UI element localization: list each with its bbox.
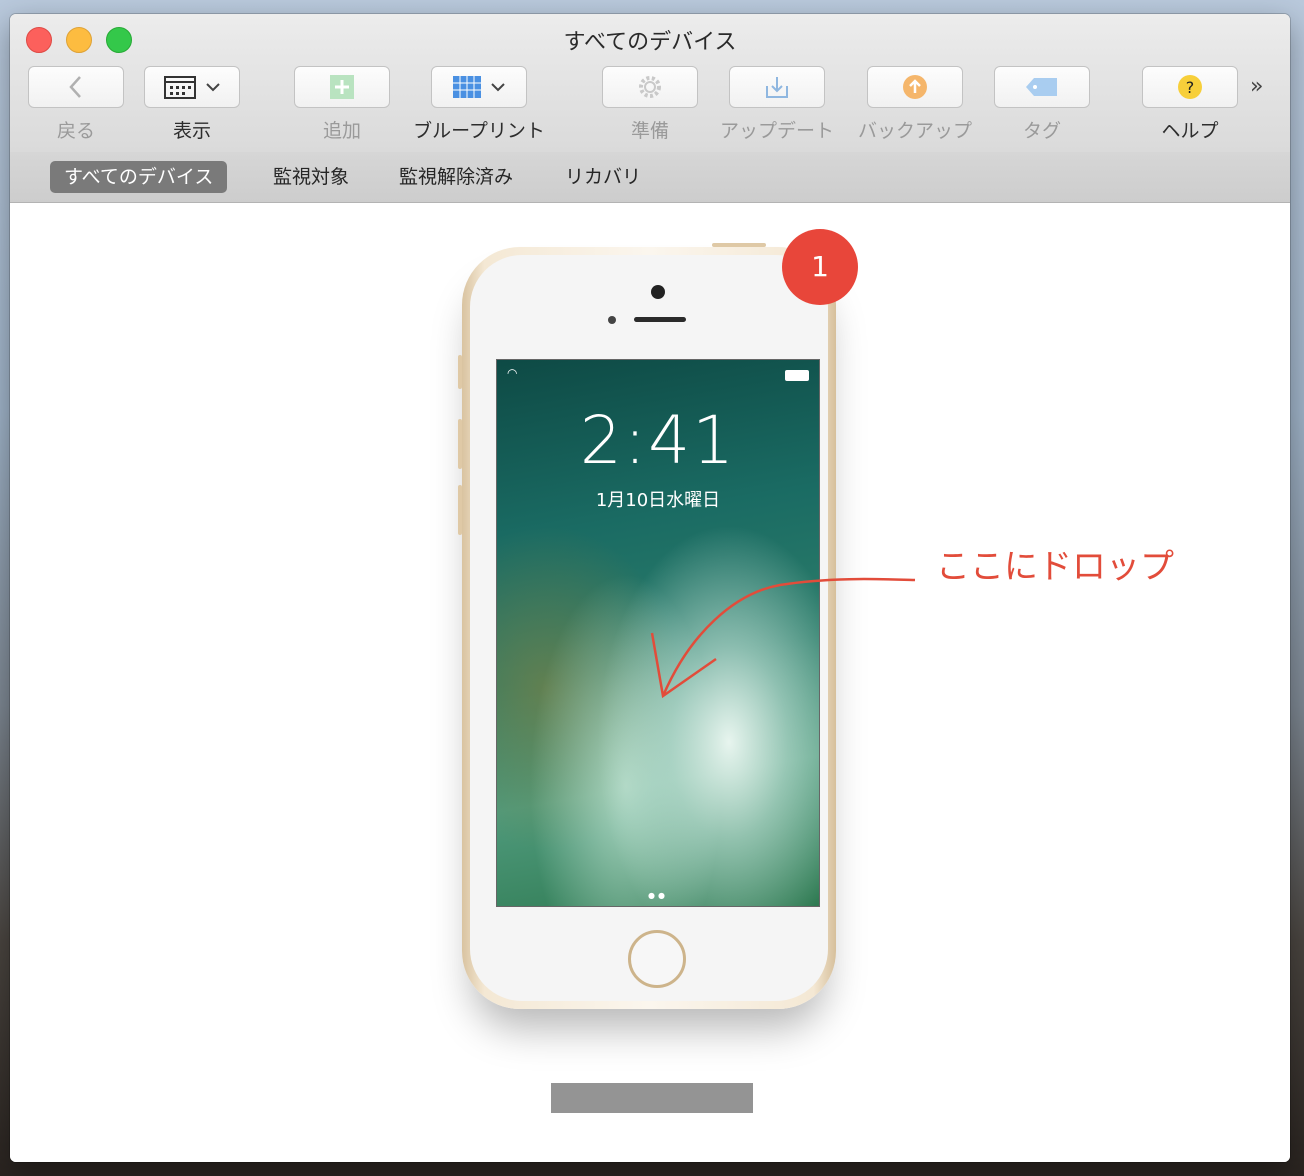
help-button-frame[interactable]: ? [1142, 66, 1238, 108]
device-content-area: ◠ 2:41 1月10日水曜日 ●● 1 ここにドロップ [10, 203, 1290, 1162]
back-button[interactable]: 戻る [27, 66, 125, 143]
page-dots: ●● [648, 891, 668, 900]
add-button[interactable]: 追加 [293, 66, 391, 143]
tag-button[interactable]: タグ [993, 66, 1091, 143]
mute-switch [458, 355, 462, 389]
backup-button-frame[interactable] [867, 66, 963, 108]
tag-icon [1026, 78, 1057, 96]
volume-up-button [458, 419, 462, 469]
app-window: すべてのデバイス 戻る 表示 追加 ブループリント 準備 アップデート バックア… [10, 14, 1290, 1162]
chevron-down-icon [491, 83, 505, 92]
sleep-button [712, 243, 766, 247]
prepare-label: 準備 [630, 120, 669, 142]
proximity-sensor [608, 316, 616, 324]
calendar-grid-icon [164, 76, 196, 99]
device-count-badge: 1 [782, 229, 858, 305]
window-titlebar: すべてのデバイス 戻る 表示 追加 ブループリント 準備 アップデート バックア… [10, 14, 1290, 153]
blueprint-label: ブループリント [413, 120, 545, 142]
toolbar-overflow-button[interactable]: » [1250, 74, 1264, 99]
view-label: 表示 [172, 120, 211, 142]
drop-here-label: ここにドロップ [936, 547, 1174, 587]
volume-down-button [458, 485, 462, 535]
tag-button-frame[interactable] [994, 66, 1090, 108]
drop-arrow-icon [650, 577, 916, 699]
blueprint-grid-icon [453, 76, 481, 98]
wifi-icon: ◠ [507, 366, 518, 380]
blueprint-button-frame[interactable] [431, 66, 527, 108]
blueprint-button[interactable]: ブループリント [406, 66, 552, 143]
help-label: ヘルプ [1161, 120, 1219, 142]
help-button[interactable]: ? ヘルプ [1141, 66, 1239, 143]
home-button [628, 930, 686, 988]
backup-label: バックアップ [857, 120, 972, 142]
view-button[interactable]: 表示 [143, 66, 241, 143]
lock-screen-time: 2:41 [579, 402, 737, 479]
backup-button[interactable]: バックアップ [852, 66, 978, 143]
tab-all-devices[interactable]: すべてのデバイス [50, 161, 228, 193]
prepare-button-frame[interactable] [602, 66, 698, 108]
front-camera [651, 285, 665, 299]
tab-supervised[interactable]: 監視対象 [259, 161, 363, 193]
update-button-frame[interactable] [729, 66, 825, 108]
add-label: 追加 [322, 120, 361, 142]
tab-recovery[interactable]: リカバリ [551, 161, 655, 193]
gear-icon [639, 76, 661, 98]
svg-text:?: ? [1186, 78, 1195, 97]
plus-icon [330, 75, 354, 99]
earpiece-speaker [634, 317, 686, 322]
upload-circle-icon [903, 75, 927, 99]
back-label: 戻る [56, 120, 95, 142]
window-title: すべてのデバイス [563, 30, 737, 55]
add-button-frame[interactable] [294, 66, 390, 108]
chevron-down-icon [206, 83, 220, 92]
tag-label: タグ [1022, 120, 1061, 142]
help-icon: ? [1178, 75, 1202, 99]
download-tray-icon [766, 77, 788, 98]
chevron-left-icon [69, 76, 81, 98]
back-button-frame[interactable] [28, 66, 124, 108]
lock-screen-date: 1月10日水曜日 [595, 490, 721, 511]
update-label: アップデート [719, 120, 834, 142]
device-name-redacted [551, 1083, 753, 1113]
battery-icon [785, 370, 809, 381]
filter-tabbar: すべてのデバイス 監視対象 監視解除済み リカバリ [10, 152, 1290, 203]
view-button-frame[interactable] [144, 66, 240, 108]
update-button[interactable]: アップデート [714, 66, 840, 143]
tab-unsupervised[interactable]: 監視解除済み [385, 161, 527, 193]
prepare-button[interactable]: 準備 [601, 66, 699, 143]
